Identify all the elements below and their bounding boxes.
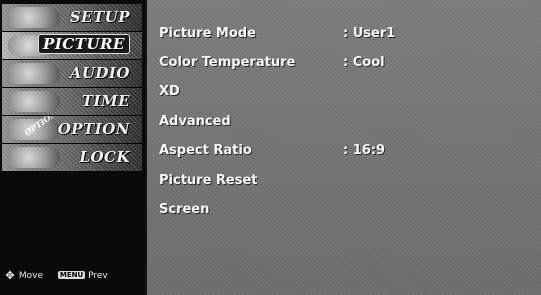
setting-picture-reset[interactable]: Picture Reset — [159, 173, 519, 195]
tab-option[interactable]: OPTION OPTION — [2, 116, 142, 144]
setting-screen[interactable]: Screen — [159, 202, 519, 224]
tab-setup-label: SETUP — [69, 8, 130, 26]
setting-label: Picture Mode — [159, 26, 256, 41]
setting-value: : 16:9 — [343, 143, 386, 158]
setting-advanced[interactable]: Advanced — [159, 114, 519, 136]
setting-label: Aspect Ratio — [159, 143, 252, 158]
tab-audio-label: AUDIO — [69, 64, 130, 82]
tab-option-label: OPTION — [57, 120, 130, 138]
setup-thumbnail-icon — [8, 7, 60, 28]
tab-time[interactable]: TIME — [2, 88, 142, 116]
osd-screen: SETUP PICTURE AUDIO TIME OPTION OPTION L… — [0, 0, 541, 295]
setting-label: Picture Reset — [159, 173, 258, 188]
nav-hint: ✥ Move MENU Prev — [4, 269, 142, 283]
tab-lock[interactable]: LOCK — [2, 144, 142, 172]
menu-key-icon: MENU — [57, 271, 86, 279]
setting-label: Color Temperature — [159, 55, 296, 70]
setting-color-temperature[interactable]: Color Temperature : Cool — [159, 55, 519, 77]
setting-value: : User1 — [343, 26, 396, 41]
tab-audio[interactable]: AUDIO — [2, 60, 142, 88]
move-hint-label: Move — [18, 271, 44, 281]
audio-thumbnail-icon — [8, 63, 60, 84]
lock-thumbnail-icon — [8, 147, 60, 168]
tab-picture-label: PICTURE — [38, 34, 130, 54]
prev-hint-label: Prev — [88, 271, 108, 281]
setting-label: Advanced — [159, 114, 231, 129]
setting-xd[interactable]: XD — [159, 84, 519, 106]
setting-label: Screen — [159, 202, 210, 217]
tab-picture[interactable]: PICTURE — [2, 32, 142, 60]
setting-value: : Cool — [343, 55, 385, 70]
move-arrows-icon: ✥ — [5, 269, 15, 282]
menu-sidebar: SETUP PICTURE AUDIO TIME OPTION OPTION L… — [0, 0, 147, 295]
tab-lock-label: LOCK — [79, 148, 130, 166]
setting-label: XD — [159, 84, 180, 99]
tab-setup[interactable]: SETUP — [2, 4, 142, 32]
picture-settings-panel: Picture Mode : User1 Color Temperature :… — [147, 0, 541, 295]
setting-picture-mode[interactable]: Picture Mode : User1 — [159, 26, 519, 48]
setting-aspect-ratio[interactable]: Aspect Ratio : 16:9 — [159, 143, 519, 165]
time-thumbnail-icon — [8, 91, 60, 112]
tab-time-label: TIME — [81, 92, 130, 110]
